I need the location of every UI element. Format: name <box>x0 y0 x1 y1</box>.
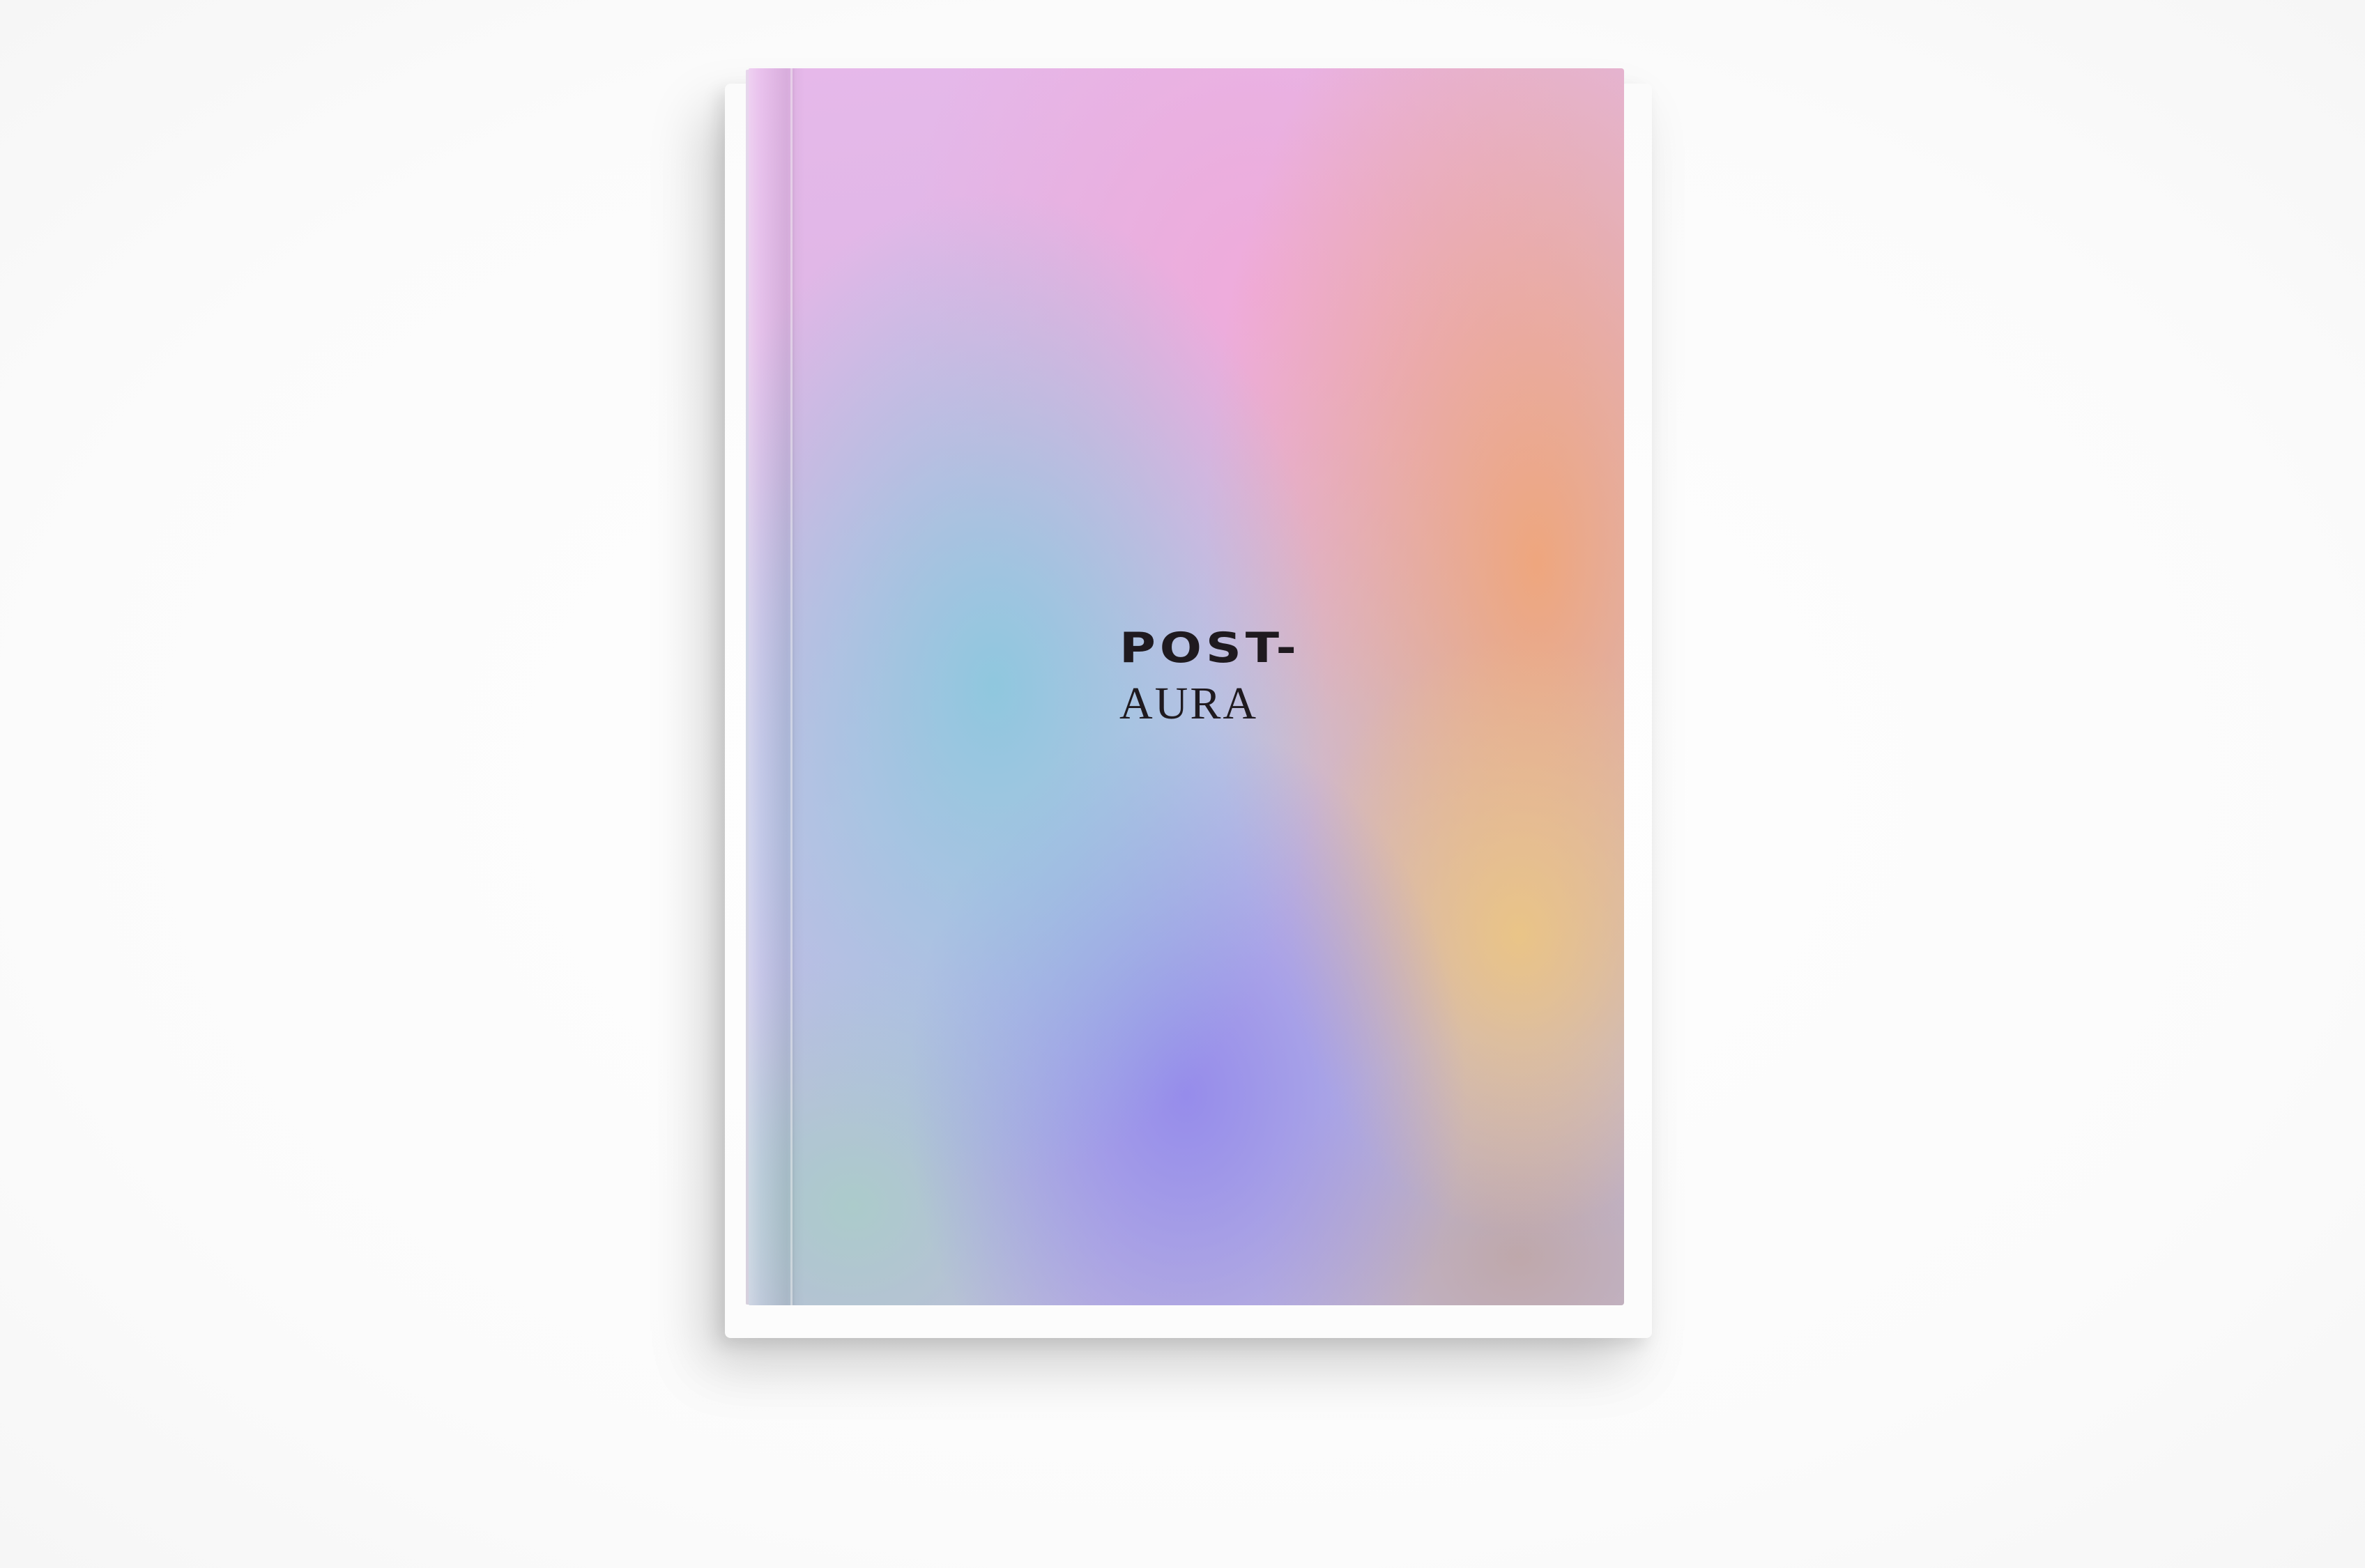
cover-title-line-2: AURA <box>1119 678 1259 729</box>
cover-title-line-1: POST- <box>1119 624 1301 672</box>
cover-hinge-line <box>790 68 793 1305</box>
book-cover: POST- AURA <box>749 68 1624 1305</box>
cover-title: POST- AURA <box>1119 623 1398 732</box>
mockup-scene: POST- AURA <box>0 0 2365 1568</box>
